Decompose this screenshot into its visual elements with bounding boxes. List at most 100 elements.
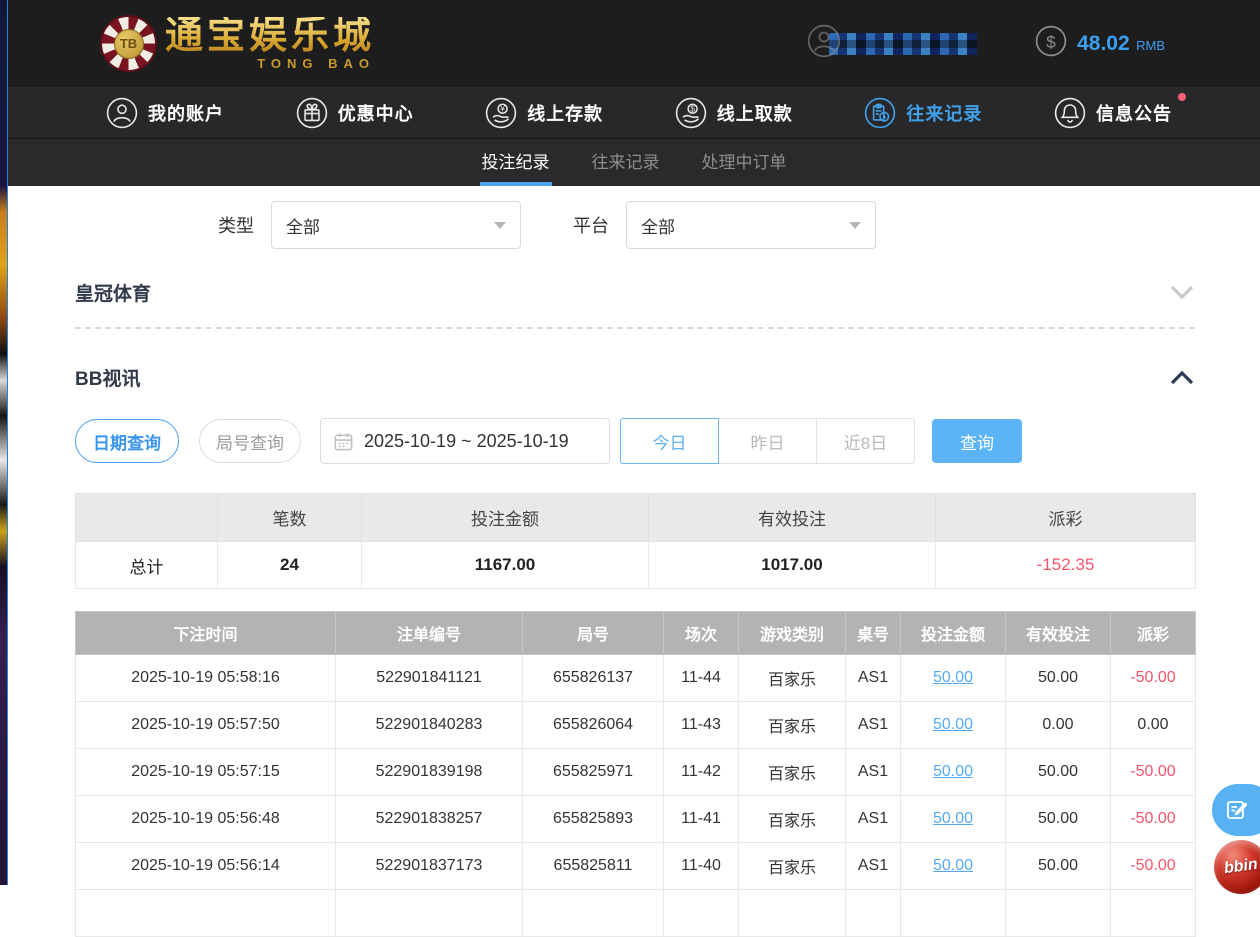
nav-item-withdraw[interactable]: $ 线上取款 bbox=[675, 97, 793, 129]
order-number-cell: 522901840283 bbox=[336, 702, 523, 749]
summary-total-bet-amount: 1167.00 bbox=[362, 542, 649, 589]
tab-processing-orders[interactable]: 处理中订单 bbox=[700, 139, 789, 186]
col-bet-time: 下注时间 bbox=[76, 612, 336, 655]
bet-amount-link[interactable]: 50.00 bbox=[933, 810, 973, 827]
valid-bet-cell: 50.00 bbox=[1006, 843, 1111, 890]
username-area[interactable] bbox=[807, 24, 977, 63]
summary-table: 笔数 投注金额 有效投注 派彩 总计 24 1167.00 1017.00 -1… bbox=[75, 493, 1196, 589]
notification-dot bbox=[1178, 93, 1186, 101]
summary-header-bet-amount: 投注金额 bbox=[362, 494, 649, 542]
order-number-cell: 522901838257 bbox=[336, 796, 523, 843]
game-type-cell: 百家乐 bbox=[739, 655, 846, 702]
query-toolbar: 日期查询 局号查询 2025-10-19 ~ 2025-10-19 今日 昨日 bbox=[75, 418, 1195, 464]
order-number-cell: 522901839198 bbox=[336, 749, 523, 796]
bbin-floating-button[interactable]: bbin bbox=[1214, 840, 1260, 894]
session-cell: 11-43 bbox=[664, 702, 739, 749]
type-filter-label: 类型 bbox=[218, 212, 254, 238]
bet-records-table: 下注时间 注单编号 局号 场次 游戏类别 桌号 投注金额 有效投注 派彩 202… bbox=[75, 611, 1196, 937]
game-type-cell: 百家乐 bbox=[739, 702, 846, 749]
calendar-icon bbox=[333, 431, 354, 452]
site-subtitle: TONG BAO bbox=[257, 57, 375, 70]
game-type-cell: 百家乐 bbox=[739, 749, 846, 796]
round-number-cell: 655826064 bbox=[523, 702, 664, 749]
table-header-row: 下注时间 注单编号 局号 场次 游戏类别 桌号 投注金额 有效投注 派彩 bbox=[76, 612, 1196, 655]
col-payout: 派彩 bbox=[1111, 612, 1196, 655]
session-cell: 11-42 bbox=[664, 749, 739, 796]
svg-text:¥: ¥ bbox=[499, 103, 505, 113]
subtab-bar: 投注纪录 往来记录 处理中订单 bbox=[8, 139, 1260, 186]
col-table-number: 桌号 bbox=[846, 612, 901, 655]
platform-select-value: 全部 bbox=[641, 213, 675, 238]
round-query-button[interactable]: 局号查询 bbox=[199, 419, 301, 463]
bet-amount-link[interactable]: 50.00 bbox=[933, 763, 973, 780]
payout-cell: -50.00 bbox=[1111, 843, 1196, 890]
valid-bet-cell: 50.00 bbox=[1006, 749, 1111, 796]
quick-today-button[interactable]: 今日 bbox=[620, 418, 719, 464]
chevron-down-icon[interactable] bbox=[1169, 284, 1195, 302]
person-icon bbox=[106, 97, 138, 129]
chevron-down-icon bbox=[849, 222, 861, 229]
table-row: 2025-10-19 05:56:48522901838257655825893… bbox=[76, 796, 1196, 843]
round-number-cell: 655825971 bbox=[523, 749, 664, 796]
bet-amount-link[interactable]: 50.00 bbox=[933, 669, 973, 686]
bet-amount-link[interactable]: 50.00 bbox=[933, 857, 973, 874]
payout-cell: -50.00 bbox=[1111, 796, 1196, 843]
bell-icon bbox=[1054, 97, 1086, 129]
search-button[interactable]: 查询 bbox=[932, 419, 1022, 463]
feedback-edit-button[interactable] bbox=[1212, 784, 1260, 836]
nav-item-deposit[interactable]: ¥ 线上存款 bbox=[485, 97, 603, 129]
bet-amount-cell: 50.00 bbox=[901, 749, 1006, 796]
game-type-cell: 百家乐 bbox=[739, 796, 846, 843]
summary-total-count: 24 bbox=[218, 542, 362, 589]
page-root: TB 通宝娱乐城 TONG BAO bbox=[8, 0, 1260, 937]
section-title-crown: 皇冠体育 bbox=[75, 279, 151, 306]
balance[interactable]: $ 48.02 RMB bbox=[1035, 25, 1165, 62]
deposit-icon: ¥ bbox=[485, 97, 517, 129]
quick-last8days-button[interactable]: 近8日 bbox=[816, 418, 915, 464]
table-row-partial bbox=[76, 890, 1196, 937]
quick-yesterday-button[interactable]: 昨日 bbox=[718, 418, 817, 464]
date-range-value: 2025-10-19 ~ 2025-10-19 bbox=[364, 431, 569, 452]
nav-item-announcements[interactable]: 信息公告 bbox=[1054, 97, 1172, 129]
withdraw-icon: $ bbox=[675, 97, 707, 129]
table-row: 2025-10-19 05:56:14522901837173655825811… bbox=[76, 843, 1196, 890]
platform-select[interactable]: 全部 bbox=[626, 201, 876, 249]
user-avatar-icon bbox=[807, 24, 841, 63]
gift-icon bbox=[296, 97, 328, 129]
section-bb-video[interactable]: BB视讯 bbox=[75, 364, 1195, 391]
date-range-input[interactable]: 2025-10-19 ~ 2025-10-19 bbox=[320, 418, 610, 464]
bet-time-cell: 2025-10-19 05:56:14 bbox=[76, 843, 336, 890]
table-number-cell: AS1 bbox=[846, 749, 901, 796]
payout-cell: -50.00 bbox=[1111, 749, 1196, 796]
round-number-cell: 655825811 bbox=[523, 843, 664, 890]
col-session: 场次 bbox=[664, 612, 739, 655]
bet-time-cell: 2025-10-19 05:56:48 bbox=[76, 796, 336, 843]
valid-bet-cell: 50.00 bbox=[1006, 655, 1111, 702]
username-masked bbox=[829, 33, 977, 55]
site-logo[interactable]: TB 通宝娱乐城 TONG BAO bbox=[100, 15, 375, 72]
tab-bet-records[interactable]: 投注纪录 bbox=[480, 139, 552, 186]
valid-bet-cell: 0.00 bbox=[1006, 702, 1111, 749]
svg-text:$: $ bbox=[690, 103, 695, 113]
col-order-number: 注单编号 bbox=[336, 612, 523, 655]
balance-currency: RMB bbox=[1136, 38, 1165, 53]
nav-item-transaction-records[interactable]: 往来记录 bbox=[864, 97, 982, 129]
session-cell: 11-44 bbox=[664, 655, 739, 702]
round-number-cell: 655825893 bbox=[523, 796, 664, 843]
background-edge-strip bbox=[0, 0, 8, 885]
section-crown-sports[interactable]: 皇冠体育 bbox=[75, 279, 1195, 329]
summary-header-row: 笔数 投注金额 有效投注 派彩 bbox=[76, 494, 1196, 542]
session-cell: 11-41 bbox=[664, 796, 739, 843]
logo-chip-label: TB bbox=[114, 29, 144, 59]
round-number-cell: 655826137 bbox=[523, 655, 664, 702]
date-query-button[interactable]: 日期查询 bbox=[75, 419, 179, 463]
nav-item-my-account[interactable]: 我的账户 bbox=[106, 97, 224, 129]
bet-amount-link[interactable]: 50.00 bbox=[933, 716, 973, 733]
tab-transaction-records[interactable]: 往来记录 bbox=[590, 139, 662, 186]
order-number-cell: 522901837173 bbox=[336, 843, 523, 890]
content: 类型 全部 平台 全部 皇冠体育 BB视讯 bbox=[8, 186, 1260, 937]
type-select[interactable]: 全部 bbox=[271, 201, 521, 249]
summary-total-label: 总计 bbox=[76, 542, 218, 589]
chevron-up-icon[interactable] bbox=[1169, 369, 1195, 387]
nav-item-promotions[interactable]: 优惠中心 bbox=[296, 97, 414, 129]
